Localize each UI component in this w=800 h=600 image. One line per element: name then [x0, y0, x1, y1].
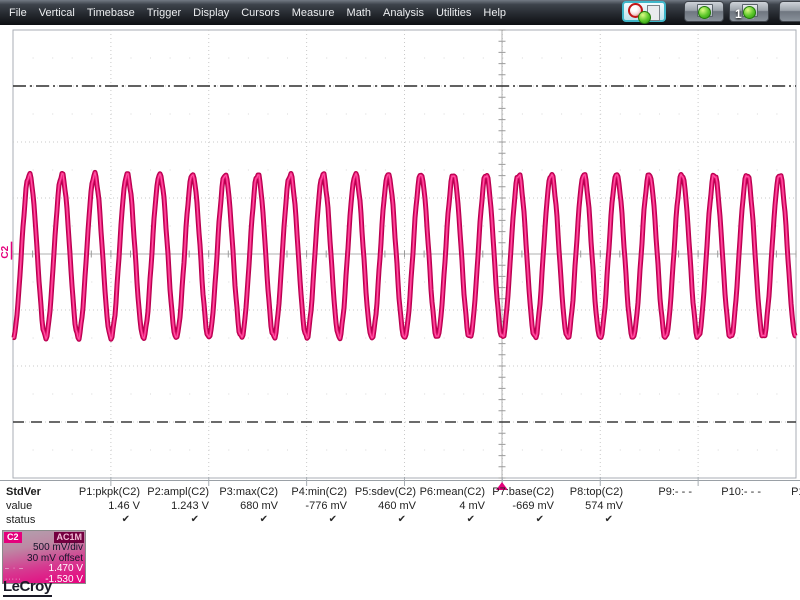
measure-label-p1[interactable]: P1:pkpk(C2): [71, 485, 140, 499]
channel-max-value: 1.470 V: [48, 563, 83, 574]
measure-column-p2: P2:ampl(C2) 1.243 V ✔: [140, 485, 209, 527]
measure-status-row-label: status: [6, 514, 36, 526]
measure-columns: P1:pkpk(C2) 1.46 V ✔ P2:ampl(C2) 1.243 V ✔ P3:…: [71, 485, 800, 527]
measure-label-p6[interactable]: P6:mean(C2): [416, 485, 485, 499]
measure-label-p3[interactable]: P3:max(C2): [209, 485, 278, 499]
measure-row-labels: StdVer value status: [6, 485, 41, 527]
measure-value-p6: 4 mV: [459, 500, 485, 512]
menu-item-math[interactable]: Math: [341, 7, 377, 19]
measure-label-p10[interactable]: P10:- - -: [692, 485, 761, 499]
menu-item-help[interactable]: Help: [477, 7, 512, 19]
oscilloscope-screen: File Vertical Timebase Trigger Display Cursor…: [0, 0, 800, 600]
display-lamp-1-button[interactable]: 1: [729, 1, 769, 22]
measure-column-p3: P3:max(C2) 680 mV ✔: [209, 485, 278, 527]
measure-value-p8: 574 mV: [585, 500, 623, 512]
measure-label-p7[interactable]: P7:base(C2): [485, 485, 554, 499]
menu-item-timebase[interactable]: Timebase: [81, 7, 141, 19]
measure-label-p5[interactable]: P5:sdev(C2): [347, 485, 416, 499]
measure-label-p11[interactable]: P11:- - -: [761, 485, 800, 499]
measure-status-p6: ✔: [466, 514, 475, 525]
channel-c2-descriptor-box[interactable]: C2 AC1M 500 mV/div 30 mV offset ‒ · ‒ 1.…: [2, 530, 86, 584]
menu-item-cursors[interactable]: Cursors: [235, 7, 286, 19]
menu-item-utilities[interactable]: Utilities: [430, 7, 477, 19]
c2-zero-level-marker[interactable]: C2: [0, 245, 11, 258]
button-number-badge: 1: [735, 7, 742, 21]
measure-status-p7: ✔: [535, 514, 544, 525]
measure-value-p3: 680 mV: [240, 500, 278, 512]
measure-status-p2: ✔: [190, 514, 199, 525]
measure-set-label: StdVer: [6, 486, 41, 498]
menu-items: File Vertical Timebase Trigger Display Cursor…: [0, 7, 512, 19]
measure-column-p10: P10:- - -: [692, 485, 761, 527]
measure-column-p1: P1:pkpk(C2) 1.46 V ✔: [71, 485, 140, 527]
measure-label-p4[interactable]: P4:min(C2): [278, 485, 347, 499]
measure-value-p1: 1.46 V: [108, 500, 140, 512]
measure-column-p7: P7:base(C2) -669 mV ✔: [485, 485, 554, 527]
green-ball-icon: [638, 11, 651, 24]
measure-label-p2[interactable]: P2:ampl(C2): [140, 485, 209, 499]
menu-item-vertical[interactable]: Vertical: [33, 7, 81, 19]
clipped-toolbar-button[interactable]: [779, 1, 800, 22]
menu-item-display[interactable]: Display: [187, 7, 235, 19]
measure-column-p8: P8:top(C2) 574 mV ✔: [554, 485, 623, 527]
measure-column-p4: P4:min(C2) -776 mV ✔: [278, 485, 347, 527]
menu-item-analysis[interactable]: Analysis: [377, 7, 430, 19]
measure-column-p6: P6:mean(C2) 4 mV ✔: [416, 485, 485, 527]
measure-value-p4: -776 mV: [305, 500, 347, 512]
measure-status-p4: ✔: [328, 514, 337, 525]
lecroy-logo: LeCroy: [3, 578, 52, 597]
measurement-panel: StdVer value status P1:pkpk(C2) 1.46 V ✔ P2…: [0, 481, 800, 600]
capture-timer-button[interactable]: [622, 1, 666, 24]
measure-label-p9[interactable]: P9:- - -: [623, 485, 692, 499]
measure-status-p5: ✔: [397, 514, 406, 525]
measure-value-row-label: value: [6, 500, 33, 512]
green-ball-icon: [698, 6, 711, 19]
measure-status-p1: ✔: [121, 514, 130, 525]
channel-scale: 500 mV/div: [32, 542, 83, 553]
menu-bar: File Vertical Timebase Trigger Display Cursor…: [0, 0, 800, 25]
measure-label-p8[interactable]: P8:top(C2): [554, 485, 623, 499]
measure-status-p3: ✔: [259, 514, 268, 525]
measure-column-p11: P11:- - -: [761, 485, 800, 527]
measure-status-p8: ✔: [604, 514, 613, 525]
menu-item-file[interactable]: File: [3, 7, 33, 19]
measure-column-p9: P9:- - -: [623, 485, 692, 527]
measure-value-p7: -669 mV: [512, 500, 554, 512]
measure-value-p5: 460 mV: [378, 500, 416, 512]
measure-column-p5: P5:sdev(C2) 460 mV ✔: [347, 485, 416, 527]
channel-c2-badge: C2: [4, 532, 22, 543]
dashdot-line-icon: ‒ · ‒: [5, 565, 25, 572]
green-ball-icon: [743, 6, 756, 19]
menu-item-measure[interactable]: Measure: [286, 7, 341, 19]
display-lamp-button[interactable]: [684, 1, 724, 22]
menu-item-trigger[interactable]: Trigger: [141, 7, 187, 19]
measure-value-p2: 1.243 V: [171, 500, 209, 512]
